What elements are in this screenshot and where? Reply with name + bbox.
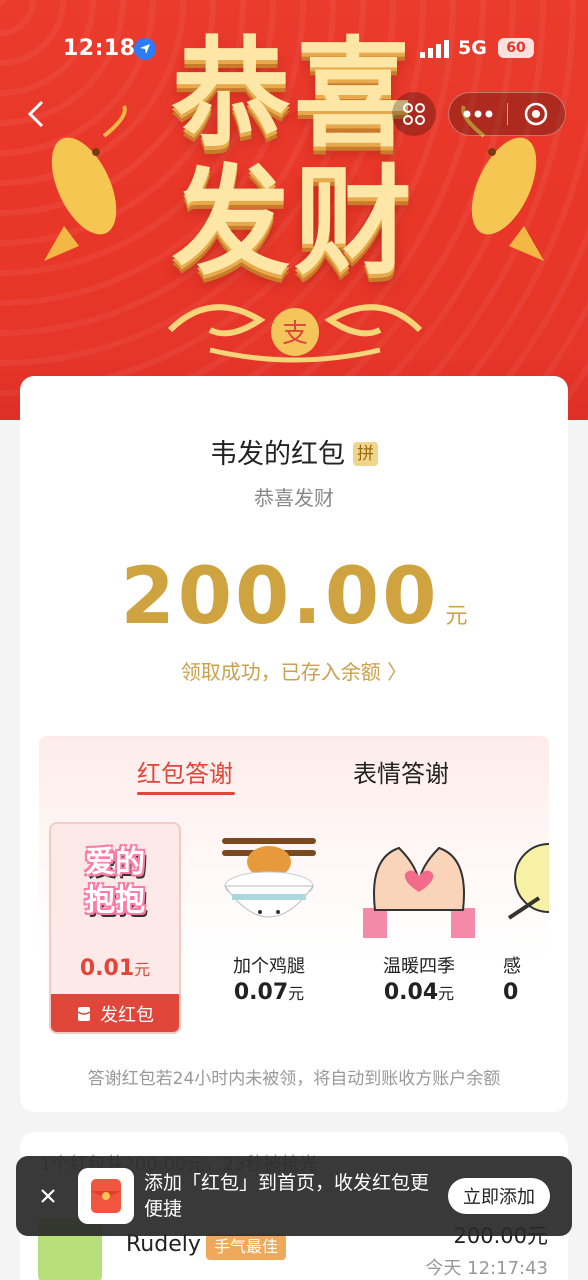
target-circle-icon [524,102,548,126]
qr-code-icon [403,103,425,125]
add-now-button[interactable]: 立即添加 [448,1178,550,1214]
qr-code-button[interactable] [392,92,436,136]
active-tab-indicator [137,792,235,795]
tab-red-packet-thanks[interactable]: 红包答谢 [137,754,233,789]
gift-price: 0.01元 [51,956,179,981]
gift-price-value: 0.01 [79,956,135,981]
more-button[interactable] [449,92,507,136]
toast-message: 添加「红包」到首页，收发红包更便捷 [144,1172,430,1220]
received-amount: 200.00 元 [20,552,568,642]
mini-program-capsule [448,92,566,136]
gift-name: 感 [503,956,521,977]
amount-unit: 元 [445,604,468,629]
thanks-tabs: 红包答谢 表情答谢 [39,736,549,806]
hug-art-line-1: 爱的 [85,845,145,880]
group-packet-badge: 拼 [353,442,378,466]
sticker-partial-icon [507,843,549,920]
red-packet-app-icon [78,1168,134,1224]
thanks-panel: 红包答谢 表情答谢 爱的 抱抱 0.01元 发红包 加个鸡腿 0.07元 温暖四… [39,736,549,1056]
sender-line: 韦发的红包拼 [20,432,568,471]
send-button-label: 发红包 [100,1005,154,1026]
gift-price: 0.07元 [199,980,339,1005]
gift-price-value: 0.04 [383,980,439,1005]
gift-card-partial[interactable]: 感 0 [499,822,549,1042]
status-bar: 12:18 5G 60 [0,0,588,90]
more-dots-icon [463,110,493,118]
gift-card-warm-seasons[interactable]: 温暖四季 0.04元 [349,822,489,1042]
rice-bowl-chicken-icon [222,838,316,918]
headline-line-2: 发财 [171,153,416,291]
cloud-ornament-decoration: 支 [167,304,423,363]
balance-link[interactable]: 领取成功，已存入余额 〉 [20,656,568,685]
heart-hands-icon [363,846,475,938]
close-icon[interactable] [36,1184,60,1208]
chevron-left-icon [27,100,44,128]
alipay-emblem-char: 支 [282,319,308,349]
thanks-auto-refund-note: 答谢红包若24小时内未被领，将自动到账收方账户余额 [87,1069,501,1089]
hug-art-line-2: 抱抱 [85,883,145,918]
red-packet-card: 韦发的红包拼 恭喜发财 200.00 元 领取成功，已存入余额 〉 红包答谢 表情… [20,376,568,1112]
gift-name: 加个鸡腿 [233,956,305,977]
sender-name: 韦发的红包 [210,439,345,470]
claim-time: 今天 12:17:43 [425,1258,548,1279]
cellular-signal-icon [420,40,449,58]
close-mini-program-button[interactable] [507,92,565,136]
gift-price-unit: 元 [438,984,455,1003]
greeting-message: 恭喜发财 [254,486,334,510]
network-type: 5G [458,37,487,59]
tab-sticker-thanks[interactable]: 表情答谢 [353,754,449,789]
gift-price-unit: 元 [288,984,305,1003]
red-packet-icon [77,1007,91,1021]
back-button[interactable] [18,96,54,132]
gift-price-value: 0.07 [233,980,289,1005]
amount-value: 200.00 [120,552,440,642]
best-luck-badge: 手气最佳 [206,1234,287,1260]
gift-price-unit: 元 [134,960,151,979]
battery-indicator: 60 [498,38,534,58]
gift-price: 0.04元 [349,980,489,1005]
gift-price-value: 0 [503,980,519,1005]
location-arrow-icon [134,38,156,60]
gift-card-chicken-leg[interactable]: 加个鸡腿 0.07元 [199,822,339,1042]
gift-card-selected[interactable]: 爱的 抱抱 0.01元 发红包 [49,822,181,1034]
hug-sticker-art: 爱的 抱抱 [51,824,179,948]
status-time: 12:18 [63,36,136,61]
gift-name: 温暖四季 [383,956,455,977]
send-red-packet-button[interactable]: 发红包 [51,994,179,1032]
gift-price: 0 [503,980,549,1005]
add-to-home-toast: 添加「红包」到首页，收发红包更便捷 立即添加 [16,1156,572,1236]
